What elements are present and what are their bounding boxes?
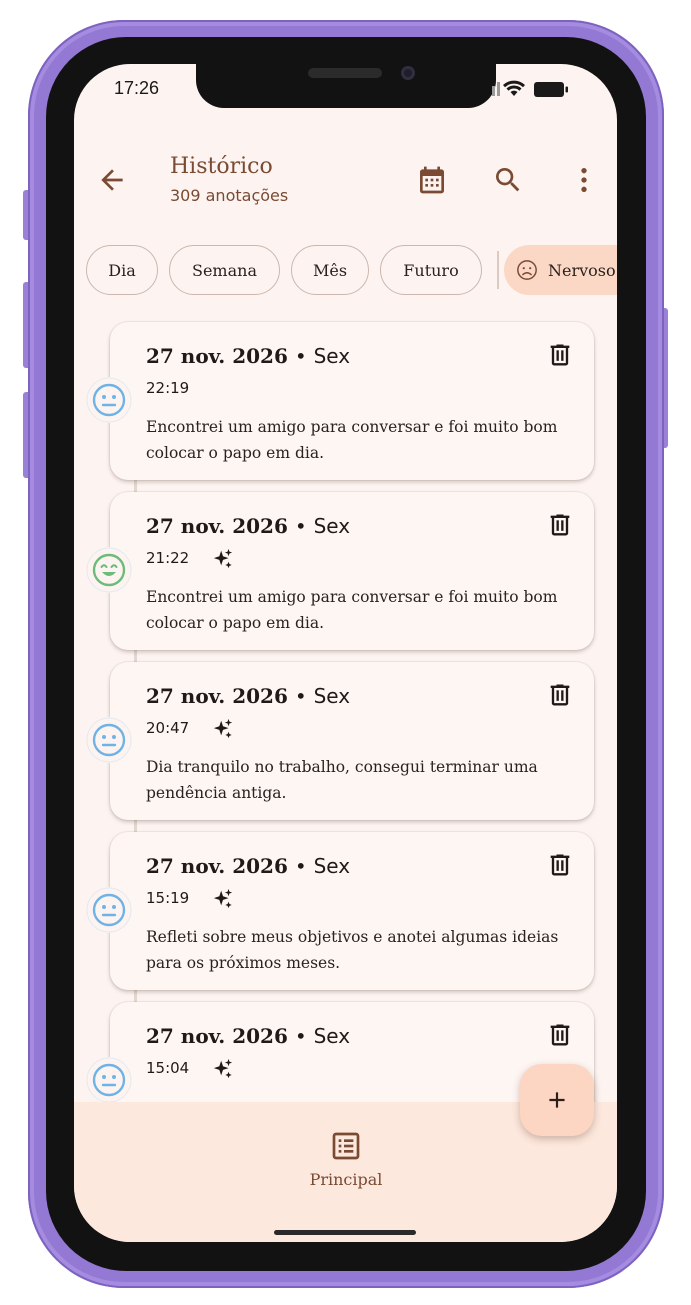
calendar-icon[interactable] [416,164,448,196]
sparkle-icon [213,718,233,739]
entry-text: Encontrei um amigo para conversar e foi … [146,418,558,462]
neutral-face-icon [86,887,132,933]
entry-count: 309 anotações [170,186,289,205]
add-icon [549,1092,565,1108]
delete-icon[interactable] [546,510,574,540]
status-icons [492,80,568,97]
sparkle-icon [213,548,233,569]
phone-screen: 17:26 Histórico 309 anotações Dia Semana… [74,64,617,1242]
chip-divider [497,251,499,289]
delete-icon[interactable] [546,680,574,710]
front-camera [401,66,415,80]
entry-date: 27 nov. 2026 [146,684,288,708]
entry-date-line: 27 nov. 2026 • Sex [146,684,350,708]
chip-semana[interactable]: Semana [169,245,280,295]
battery-icon [534,82,568,97]
delete-icon[interactable] [546,1020,574,1050]
entry-card[interactable]: 27 nov. 2026 • Sex 15:19 Refleti sobre m… [110,832,594,990]
entry-time: 20:47 [146,719,190,737]
entry-weekday: Sex [313,344,351,368]
entry-card[interactable]: 27 nov. 2026 • Sex 20:47 Dia tranquilo n… [110,662,594,820]
speaker [308,68,382,78]
entry-card[interactable]: 27 nov. 2026 • Sex 21:22 Encontrei um am… [110,492,594,650]
more-vert-icon[interactable] [568,164,600,196]
date-separator: • [294,344,307,368]
entry-date: 27 nov. 2026 [146,514,288,538]
date-separator: • [294,854,307,878]
sparkle-icon [213,888,233,909]
entry-text: Dia tranquilo no trabalho, consegui term… [146,758,538,802]
notch [196,64,496,108]
entry-weekday: Sex [313,684,351,708]
entry-date-line: 27 nov. 2026 • Sex [146,1024,350,1048]
happy-face-icon [86,547,132,593]
chip-dia[interactable]: Dia [86,245,158,295]
page-title: Histórico [170,154,273,179]
chip-mood-nervoso[interactable]: Nervoso [504,245,617,295]
status-time: 17:26 [114,78,160,98]
entry-time: 15:04 [146,1059,190,1077]
entry-weekday: Sex [313,514,351,538]
nervous-face-icon [517,260,537,280]
entry-date: 27 nov. 2026 [146,344,288,368]
entry-time: 21:22 [146,549,190,567]
wifi-icon [503,80,525,96]
sparkle-icon [213,1058,233,1079]
arrow-back-icon[interactable] [96,164,128,196]
date-separator: • [294,1024,307,1048]
entry-time: 15:19 [146,889,190,907]
chip-mes[interactable]: Mês [291,245,369,295]
neutral-face-icon [86,1057,132,1103]
entry-text: Encontrei um amigo para conversar e foi … [146,588,558,632]
entry-time: 22:19 [146,379,190,397]
entry-date-line: 27 nov. 2026 • Sex [146,514,350,538]
nav-item-principal[interactable]: Principal [296,1126,396,1196]
entry-weekday: Sex [313,1024,351,1048]
delete-icon[interactable] [546,850,574,880]
entry-text: Refleti sobre meus objetivos e anotei al… [146,928,559,972]
entry-date-line: 27 nov. 2026 • Sex [146,854,350,878]
add-entry-button[interactable] [520,1064,594,1136]
delete-icon[interactable] [546,340,574,370]
neutral-face-icon [86,377,132,423]
list-icon [332,1132,360,1160]
chip-futuro[interactable]: Futuro [380,245,482,295]
entry-weekday: Sex [313,854,351,878]
date-separator: • [294,514,307,538]
home-indicator[interactable] [274,1230,416,1235]
neutral-face-icon [86,717,132,763]
signal-icon [492,82,500,96]
filter-chips: Dia Semana Mês Futuro Nervoso [86,245,617,297]
entry-date-line: 27 nov. 2026 • Sex [146,344,350,368]
entry-date: 27 nov. 2026 [146,854,288,878]
date-separator: • [294,684,307,708]
entry-card[interactable]: 27 nov. 2026 • Sex 22:19 Encontrei um am… [110,322,594,480]
search-icon[interactable] [492,164,524,196]
mood-chip-label: Nervoso [548,260,616,280]
entry-date: 27 nov. 2026 [146,1024,288,1048]
nav-label: Principal [309,1170,383,1189]
